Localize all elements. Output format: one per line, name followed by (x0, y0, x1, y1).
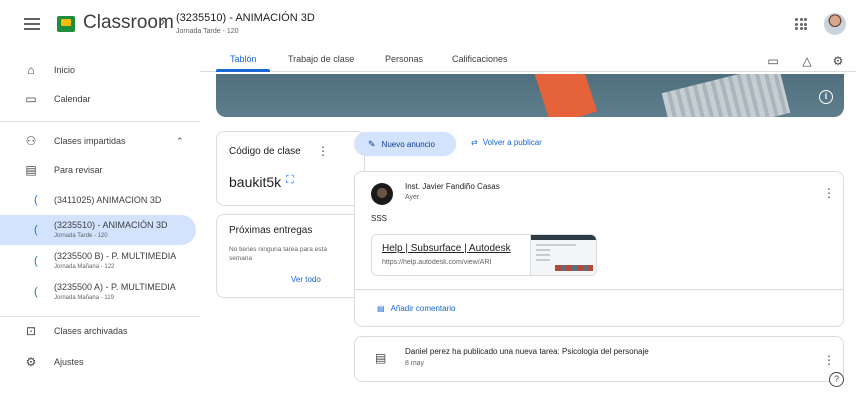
tab-people[interactable]: Personas (385, 54, 423, 64)
google-apps-icon[interactable] (795, 18, 807, 30)
sidebar-item-to-review[interactable]: ▤ Para revisar (0, 156, 196, 184)
sidebar-item-class-selected[interactable]: ( (3235510) - ANIMACIÓN 3D Jornada Tarde… (0, 215, 196, 245)
active-tab-indicator (216, 69, 270, 72)
sidebar-item-class[interactable]: ( (3235500 B) - P. MULTIMEDIA Jornada Ma… (0, 247, 196, 275)
assignment-icon: ▤ (375, 351, 387, 365)
tab-grades[interactable]: Calificaciones (452, 54, 508, 64)
classroom-logo-icon[interactable] (57, 16, 75, 32)
info-icon[interactable]: i (819, 90, 833, 104)
sidebar-item-sublabel: Jornada Mañana - 122 (54, 263, 115, 270)
sidebar-item-text: (3235500 B) - P. MULTIMEDIA Jornada Maña… (54, 251, 176, 272)
account-avatar[interactable] (824, 13, 846, 35)
class-code-card: Código de clase ⋮ baukit5k ⛶ (216, 131, 365, 206)
sidebar-item-label: Ajustes (54, 357, 84, 367)
main-menu-icon[interactable] (24, 18, 40, 32)
upcoming-card: Próximas entregas No tienes ninguna tare… (216, 214, 365, 298)
sidebar-item-class[interactable]: ( (3411025) ANIMACION 3D (0, 186, 196, 214)
assignment-post[interactable]: ▤ Daniel perez ha publicado una nueva ta… (354, 336, 844, 382)
calendar-icon: ▭ (25, 92, 37, 106)
repost-icon: ⇄ (471, 138, 478, 147)
new-announcement-label: Nuevo anuncio (381, 139, 435, 149)
post-date: Ayer (405, 194, 420, 201)
banner-art (661, 74, 791, 117)
upcoming-empty-text: No tienes ninguna tarea para esta semana (229, 246, 327, 262)
people-icon: ⚇ (25, 134, 37, 148)
repost-label: Volver a publicar (482, 138, 542, 147)
class-color-icon: ( (34, 194, 38, 206)
new-announcement-button[interactable]: ✎ Nuevo anuncio (354, 132, 456, 156)
calendar-icon[interactable]: ▭ (766, 54, 780, 68)
more-vert-icon[interactable]: ⋮ (823, 353, 835, 367)
sidebar-item-label: Inicio (54, 65, 76, 75)
gear-icon: ⚙ (25, 355, 37, 369)
add-comment-button[interactable]: ▤ Añadir comentario (377, 304, 455, 313)
sidebar-item-label: Clases archivadas (54, 326, 128, 336)
class-color-icon: ( (34, 224, 38, 236)
sidebar-item-label: Para revisar (54, 165, 103, 175)
class-subtitle: Jornada Tarde - 120 (176, 28, 239, 35)
sidebar-item-settings[interactable]: ⚙ Ajustes (0, 348, 196, 376)
link-thumbnail (530, 235, 596, 275)
more-vert-icon[interactable]: ⋮ (823, 186, 835, 200)
link-title: Help | Subsurface | Autodesk (382, 243, 511, 254)
class-banner (216, 74, 844, 117)
banner-art (532, 74, 598, 117)
sidebar-item-class[interactable]: ( (3235500 A) - P. MULTIMEDIA Jornada Ma… (0, 278, 196, 306)
assignment-date: 8 may (405, 360, 425, 367)
assignment-title: Daniel perez ha publicado una nueva tare… (405, 347, 649, 356)
more-vert-icon[interactable]: ⋮ (317, 144, 329, 158)
tab-classwork[interactable]: Trabajo de clase (288, 54, 354, 64)
class-color-icon: ( (34, 255, 38, 267)
chevron-right-icon: › (160, 13, 166, 30)
review-folder-icon: ▤ (25, 163, 37, 177)
archive-icon: ⊡ (25, 324, 37, 338)
view-all-link[interactable]: Ver todo (291, 275, 321, 284)
gear-icon[interactable]: ⚙ (831, 54, 845, 68)
sidebar-item-calendar[interactable]: ▭ Calendar (0, 85, 196, 113)
repost-button[interactable]: ⇄ Volver a publicar (471, 138, 542, 147)
sidebar-divider (0, 121, 200, 122)
fullscreen-icon[interactable]: ⛶ (286, 174, 294, 187)
chevron-up-icon: ⌃ (176, 135, 184, 146)
class-code-title: Código de clase (229, 146, 301, 157)
announcement-post: Inst. Javier Fandiño Casas Ayer ⋮ SSS He… (354, 171, 844, 327)
sidebar-item-archived[interactable]: ⊡ Clases archivadas (0, 317, 196, 345)
sidebar-item-label: Calendar (54, 94, 91, 104)
class-title: (3235510) - ANIMACIÓN 3D (176, 12, 315, 24)
sidebar: ⌂ Inicio ▭ Calendar ⚇ Clases impartidas … (0, 50, 200, 398)
link-attachment[interactable]: Help | Subsurface | Autodesk https://hel… (371, 234, 597, 276)
class-tabs: Tablón Trabajo de clase Personas Calific… (200, 50, 856, 72)
sidebar-item-text: (3235510) - ANIMACIÓN 3D Jornada Tarde -… (54, 220, 168, 241)
sidebar-item-text: (3235500 A) - P. MULTIMEDIA Jornada Maña… (54, 282, 176, 303)
drive-icon[interactable]: △ (800, 54, 814, 68)
class-code-value: baukit5k (229, 174, 282, 190)
help-icon[interactable]: ? (829, 372, 844, 387)
link-url: https://help.autodesk.com/view/ARI (382, 259, 492, 266)
top-app-bar: Classroom › (3235510) - ANIMACIÓN 3D Jor… (0, 0, 856, 50)
sidebar-item-sublabel: Jornada Tarde - 120 (54, 232, 108, 239)
home-icon: ⌂ (27, 63, 35, 77)
sidebar-item-label: (3235500 A) - P. MULTIMEDIA (54, 281, 176, 292)
sidebar-item-teaching[interactable]: ⚇ Clases impartidas ⌃ (0, 127, 196, 155)
sidebar-item-label: (3235500 B) - P. MULTIMEDIA (54, 250, 177, 261)
post-author: Inst. Javier Fandiño Casas (405, 182, 500, 191)
upcoming-title: Próximas entregas (229, 225, 313, 236)
pencil-icon: ✎ (368, 138, 376, 149)
post-body: SSS (371, 214, 388, 223)
sidebar-item-sublabel: Jornada Mañana - 119 (54, 294, 114, 301)
class-color-icon: ( (34, 286, 38, 298)
sidebar-item-label: (3411025) ANIMACION 3D (54, 195, 162, 205)
tab-stream[interactable]: Tablón (230, 54, 257, 64)
comment-icon: ▤ (377, 304, 385, 313)
add-comment-label: Añadir comentario (390, 304, 456, 313)
sidebar-item-label: Clases impartidas (54, 136, 126, 146)
sidebar-item-label: (3235510) - ANIMACIÓN 3D (54, 219, 168, 230)
post-divider (355, 289, 843, 290)
sidebar-item-home[interactable]: ⌂ Inicio (0, 56, 196, 84)
author-avatar (371, 183, 393, 205)
